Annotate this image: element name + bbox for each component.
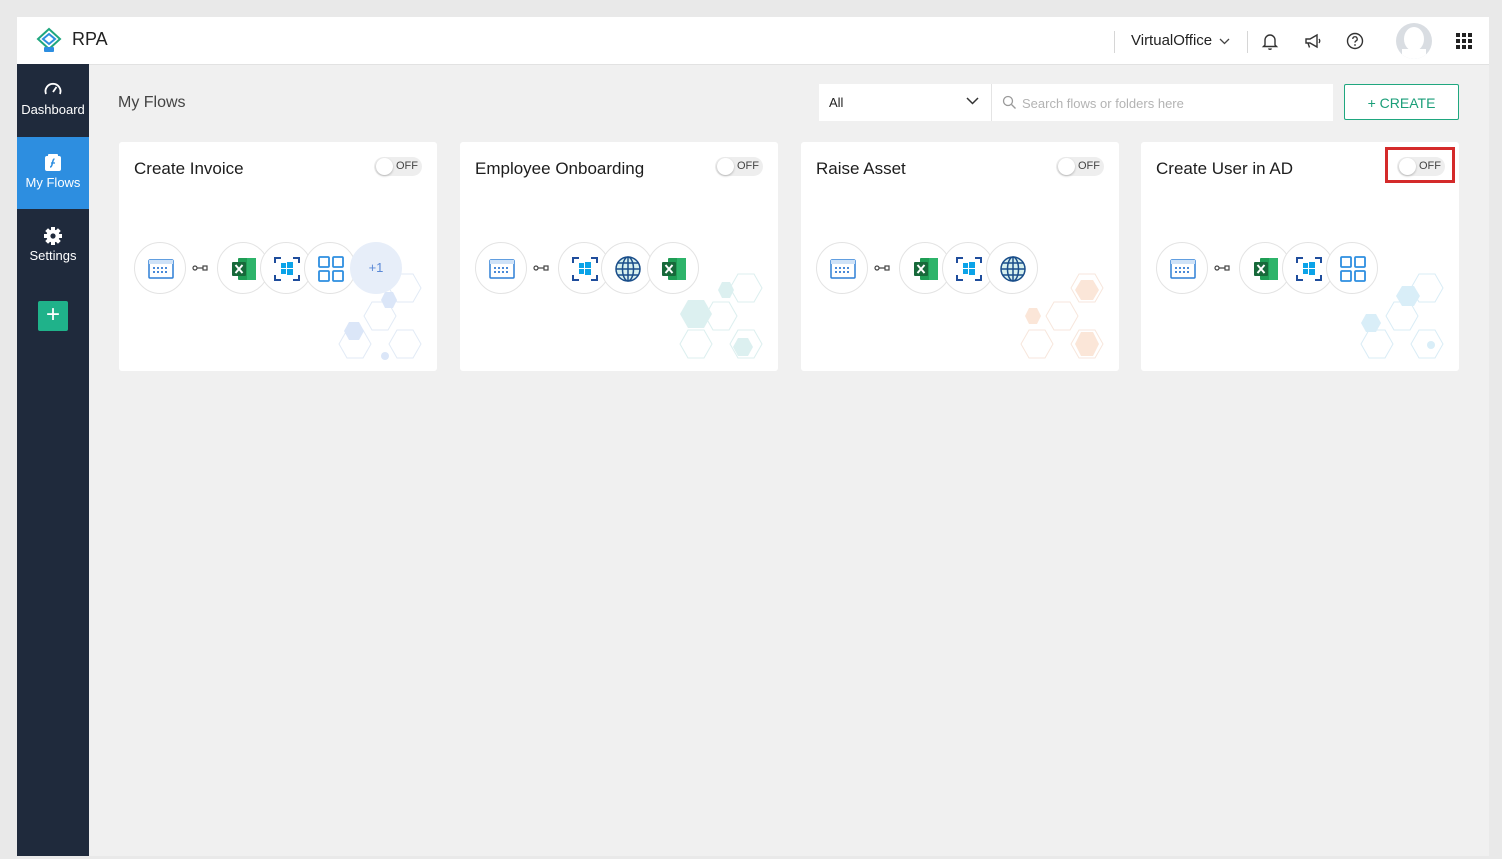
windows-icon [274, 257, 300, 281]
apps-grid-icon [1340, 256, 1366, 282]
flow-toggle[interactable]: OFF [374, 157, 422, 176]
help-icon[interactable] [1344, 30, 1366, 52]
toggle-status: OFF [396, 160, 418, 172]
app-node [601, 242, 653, 294]
connector-icon [1214, 265, 1230, 271]
connector-icon [874, 265, 890, 271]
bell-icon[interactable] [1259, 30, 1281, 52]
search-icon [1002, 95, 1016, 109]
globe-icon [1000, 256, 1026, 282]
page-title: My Flows [118, 94, 186, 111]
sidebar-item-dashboard[interactable]: Dashboard [17, 64, 89, 136]
windows-icon [956, 257, 982, 281]
flow-card[interactable]: Create Invoice OFF +1 [119, 142, 437, 371]
user-avatar-icon [1402, 27, 1426, 59]
organization-name: VirtualOffice [1131, 32, 1213, 49]
search-input[interactable] [1020, 93, 1324, 113]
highlight-box [1385, 147, 1455, 183]
flow-title: Create User in AD [1156, 159, 1293, 178]
app-node [1156, 242, 1208, 294]
excel-icon [1254, 258, 1278, 280]
app-node [475, 242, 527, 294]
divider [1247, 31, 1248, 53]
top-bar: RPA VirtualOffice [17, 17, 1489, 65]
add-button[interactable]: + [38, 301, 68, 331]
windows-icon [572, 257, 598, 281]
toggle-status: OFF [737, 160, 759, 172]
toggle-knob [376, 158, 393, 175]
sidebar-item-my-flows[interactable]: My Flows [17, 137, 89, 209]
windows-icon [1296, 257, 1322, 281]
scheduler-icon [148, 259, 174, 279]
flow-title: Create Invoice [134, 159, 244, 178]
toggle-status: OFF [1078, 160, 1100, 172]
sidebar: Dashboard My Flows Settings + [17, 64, 89, 856]
sidebar-item-settings[interactable]: Settings [17, 210, 89, 282]
app-node [1326, 242, 1378, 294]
flow-card[interactable]: Employee Onboarding OFF [460, 142, 778, 371]
flow-card[interactable]: Create User in AD OFF [1141, 142, 1459, 371]
scheduler-icon [1170, 259, 1196, 279]
app-node [647, 242, 699, 294]
flow-title: Raise Asset [816, 159, 906, 178]
toggle-knob [717, 158, 734, 175]
connector-icon [192, 265, 208, 271]
divider [1114, 31, 1115, 53]
connector-icon [533, 265, 549, 271]
sidebar-item-label: My Flows [25, 175, 81, 190]
filter-dropdown[interactable]: All [819, 84, 992, 121]
excel-icon [662, 258, 686, 280]
flow-card[interactable]: Raise Asset OFF [801, 142, 1119, 371]
rpa-logo-icon [36, 27, 62, 52]
chevron-down-icon [966, 97, 979, 105]
avatar[interactable] [1396, 23, 1432, 59]
app-window: RPA VirtualOffice Dashboard My Flows Set… [17, 17, 1489, 856]
flow-title: Employee Onboarding [475, 159, 645, 178]
excel-icon [232, 258, 256, 280]
search-box [992, 84, 1333, 121]
globe-icon [615, 256, 641, 282]
app-grid-icon[interactable] [1453, 30, 1475, 52]
sidebar-item-label: Dashboard [21, 102, 85, 117]
dashboard-gauge-icon [44, 82, 62, 95]
gear-icon [44, 227, 62, 245]
app-node [986, 242, 1038, 294]
flow-icon [45, 154, 61, 171]
app-node [816, 242, 868, 294]
create-button[interactable]: + CREATE [1344, 84, 1459, 120]
sidebar-item-label: Settings [29, 248, 77, 263]
app-title: RPA [72, 29, 108, 49]
excel-icon [914, 258, 938, 280]
flow-toggle[interactable]: OFF [715, 157, 763, 176]
scheduler-icon [830, 259, 856, 279]
app-node [134, 242, 186, 294]
app-node [304, 242, 356, 294]
toggle-knob [1058, 158, 1075, 175]
more-apps-badge: +1 [350, 242, 402, 294]
organization-selector[interactable]: VirtualOffice [1131, 32, 1230, 49]
megaphone-icon[interactable] [1302, 30, 1324, 52]
scheduler-icon [489, 259, 515, 279]
chevron-down-icon [1219, 38, 1230, 44]
filter-value: All [829, 95, 844, 110]
apps-grid-icon [318, 256, 344, 282]
flow-toggle[interactable]: OFF [1056, 157, 1104, 176]
